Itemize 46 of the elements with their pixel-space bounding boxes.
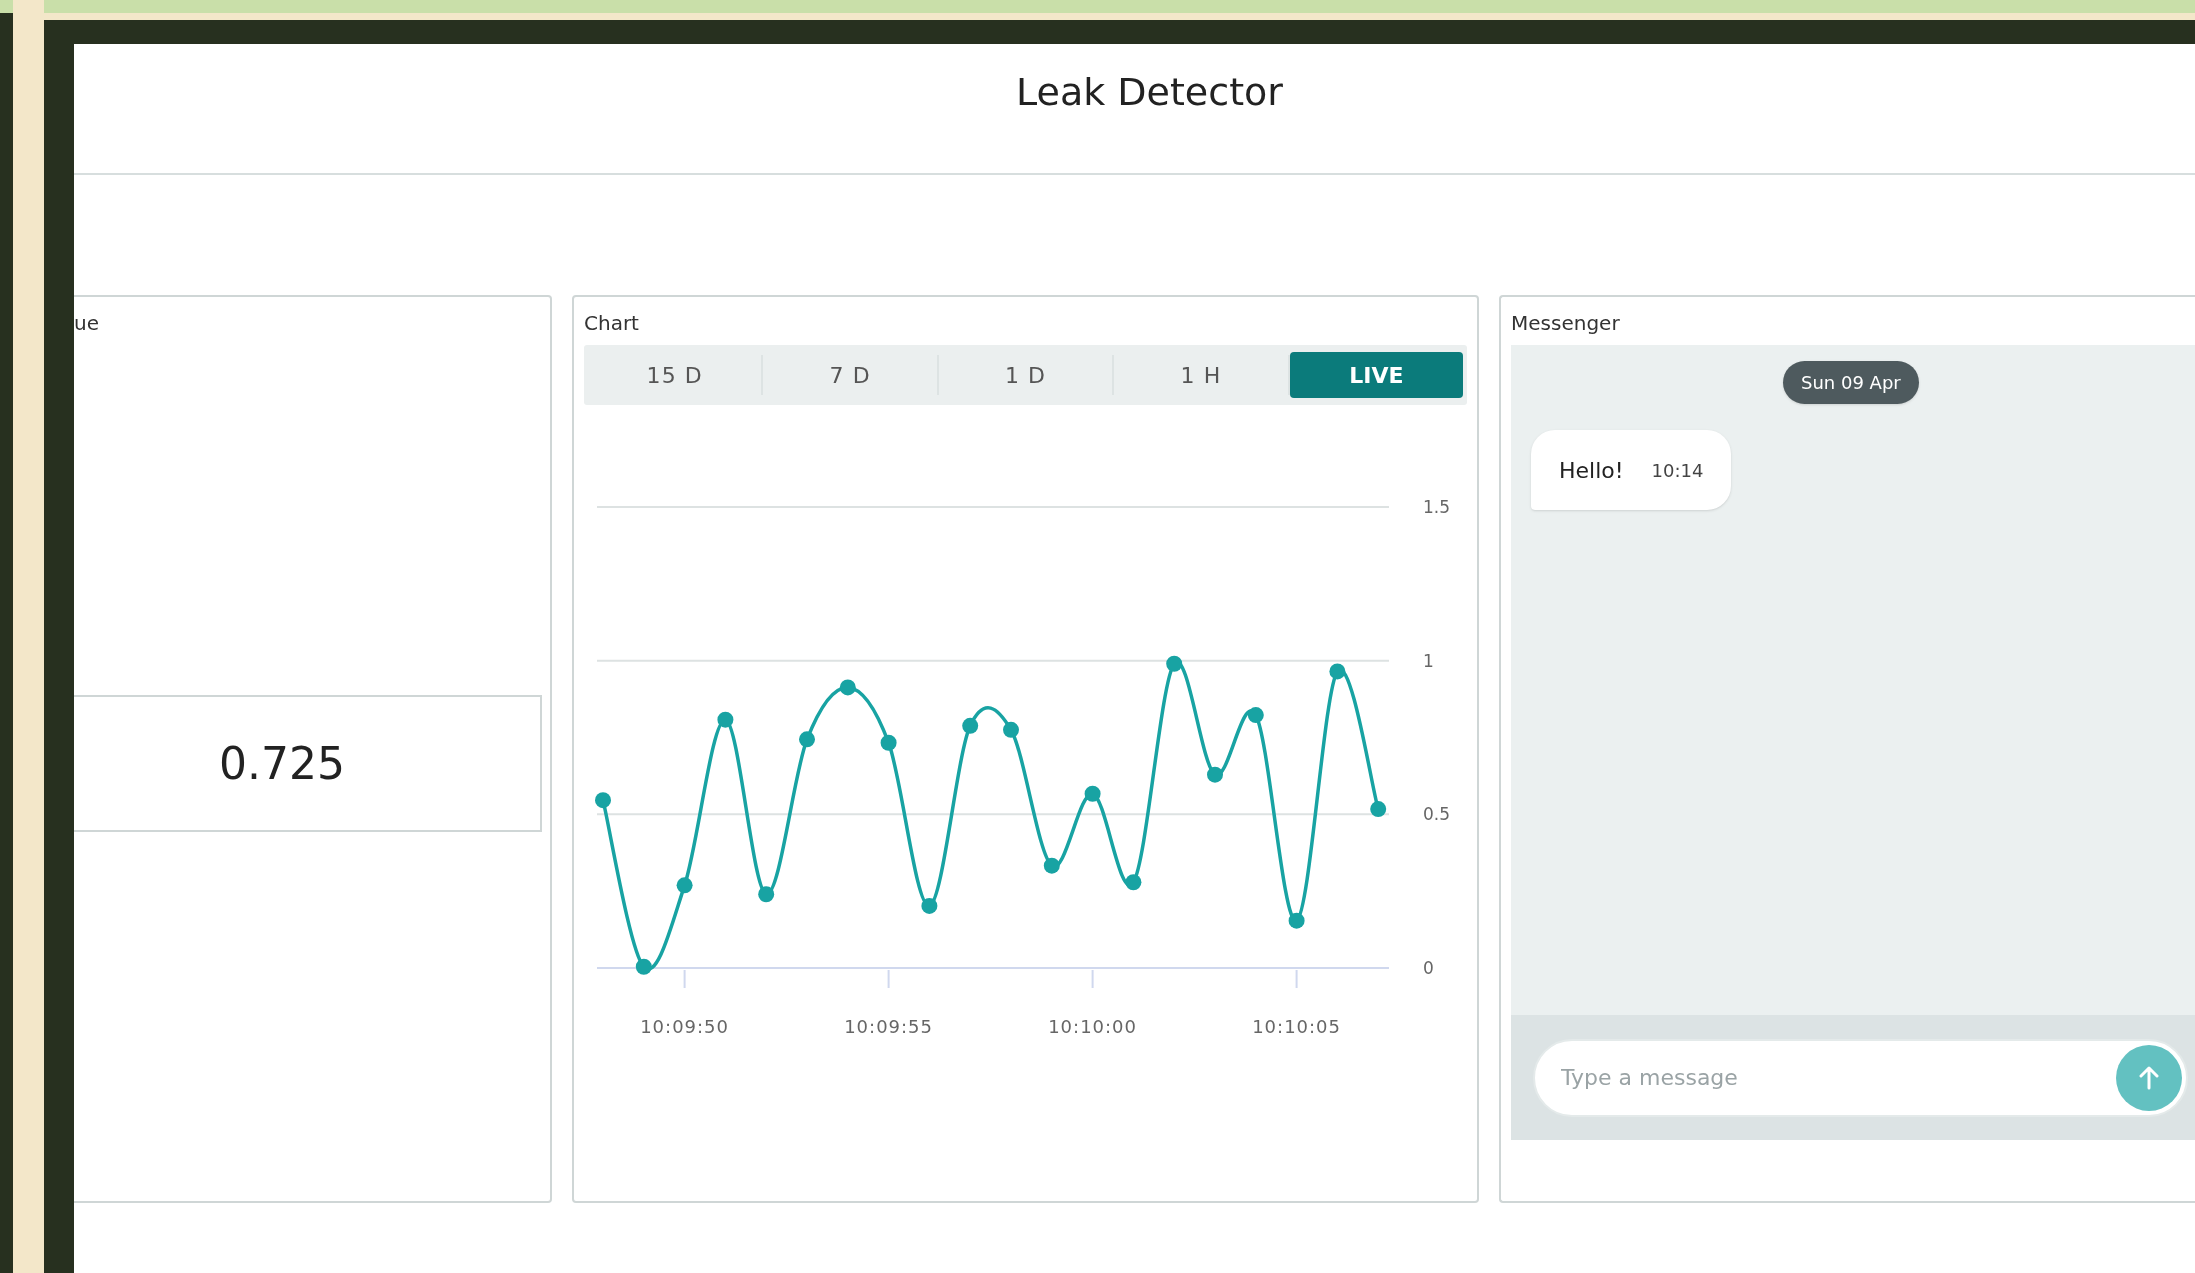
axis-label: 0.5: [1423, 804, 1451, 825]
date-pill: Sun 09 Apr: [1783, 361, 1919, 404]
data-point: [758, 886, 775, 903]
range-tab[interactable]: 15 D: [588, 352, 762, 398]
range-tab[interactable]: 1 H: [1114, 352, 1288, 398]
data-point: [635, 958, 652, 975]
data-point: [676, 877, 693, 894]
axis-label: 0: [1423, 958, 1434, 978]
axis-label: 10:10:00: [1048, 1016, 1137, 1037]
data-point: [1207, 766, 1223, 783]
data-point: [1003, 721, 1019, 738]
value-text: 0.725: [219, 736, 345, 791]
send-button[interactable]: [2116, 1044, 2182, 1111]
axis-label: 1: [1423, 650, 1434, 671]
range-tab[interactable]: 7 D: [763, 352, 937, 398]
top-stripe: [0, 0, 13, 13]
data-point: [1247, 707, 1264, 724]
data-point: [1166, 655, 1183, 672]
message-time: 10:14: [1651, 458, 1704, 483]
data-point: [1043, 857, 1060, 874]
data-point: [595, 792, 611, 809]
arrow-up-icon: [2138, 1065, 2160, 1090]
data-point: [839, 679, 856, 696]
axis-label: 1.5: [1423, 497, 1451, 517]
data-point: [1329, 663, 1346, 680]
page-title: Leak Detector: [1016, 69, 1283, 116]
data-point: [880, 734, 897, 751]
message-field[interactable]: Type a message: [1561, 1061, 2116, 1094]
range-tab[interactable]: 1 D: [938, 352, 1113, 398]
data-point: [1125, 874, 1142, 891]
range-tab[interactable]: LIVE: [1289, 352, 1464, 398]
message-input[interactable]: Type a message: [1533, 1038, 2188, 1117]
message-text: Hello!: [1559, 456, 1624, 485]
data-point: [1370, 801, 1387, 818]
axis-label: 10:09:55: [844, 1016, 933, 1037]
data-point: [921, 897, 938, 914]
axis-label: 10:10:05: [1252, 1016, 1341, 1037]
widget-title: Messenger: [1511, 310, 1620, 337]
data-point: [717, 711, 734, 728]
axis-label: 10:09:50: [640, 1016, 729, 1037]
data-point: [1084, 785, 1101, 802]
data-point: [1288, 912, 1305, 929]
widget-title: Chart: [584, 310, 639, 337]
widget-title: ue: [74, 310, 99, 337]
data-point: [962, 717, 979, 734]
data-point: [799, 731, 815, 748]
